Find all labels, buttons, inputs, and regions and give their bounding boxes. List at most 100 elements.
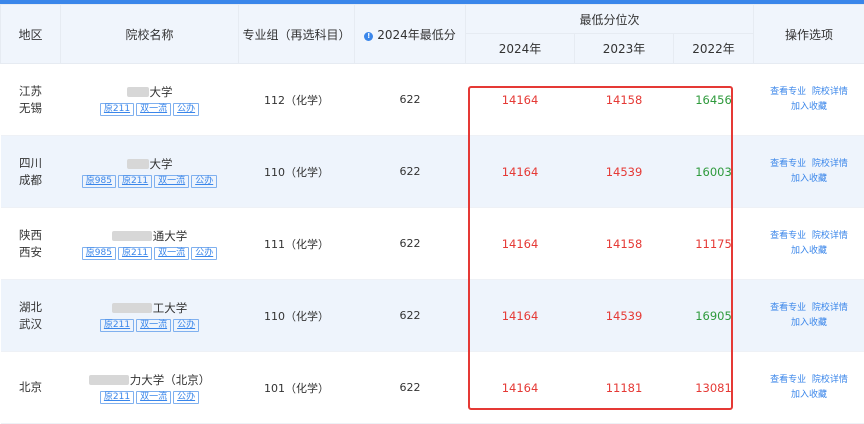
school-detail-link[interactable]: 院校详情 — [812, 375, 848, 385]
tag-public[interactable]: 公办 — [173, 319, 199, 332]
add-favorite-link[interactable]: 加入收藏 — [791, 246, 827, 256]
school-name-link[interactable]: 力大学（北京） — [61, 372, 239, 388]
school-cell: 工大学 原211双一流公办 — [61, 280, 239, 352]
tag-public[interactable]: 公办 — [191, 247, 217, 260]
tag-211[interactable]: 原211 — [118, 247, 152, 260]
rank-2022-cell: 16905 — [674, 280, 754, 352]
min-score-cell: 622 — [355, 64, 466, 136]
school-detail-link[interactable]: 院校详情 — [812, 303, 848, 313]
table-row: 北京 力大学（北京） 原211双一流公办 101（化学） 622 14164 1… — [1, 352, 864, 424]
redacted-mark — [127, 87, 149, 97]
tag-double-first-class[interactable]: 双一流 — [136, 391, 171, 404]
rank-2022-cell: 16003 — [674, 136, 754, 208]
header-year-2023: 2023年 — [575, 34, 674, 64]
view-major-link[interactable]: 查看专业 — [770, 375, 806, 385]
group-cell: 110（化学） — [239, 136, 355, 208]
actions-cell: 查看专业 院校详情 加入收藏 — [754, 352, 864, 424]
table-row: 江苏无锡 大学 原211双一流公办 112（化学） 622 14164 1415… — [1, 64, 864, 136]
tag-double-first-class[interactable]: 双一流 — [154, 247, 189, 260]
tag-double-first-class[interactable]: 双一流 — [136, 319, 171, 332]
add-favorite-link[interactable]: 加入收藏 — [791, 318, 827, 328]
rank-2022-cell: 16456 — [674, 64, 754, 136]
min-score-cell: 622 — [355, 352, 466, 424]
add-favorite-link[interactable]: 加入收藏 — [791, 102, 827, 112]
tag-211[interactable]: 原211 — [100, 391, 134, 404]
rank-2024-cell: 14164 — [466, 208, 575, 280]
tag-211[interactable]: 原211 — [100, 103, 134, 116]
tag-public[interactable]: 公办 — [191, 175, 217, 188]
info-icon[interactable]: ! — [364, 32, 373, 41]
actions-cell: 查看专业 院校详情 加入收藏 — [754, 64, 864, 136]
header-min-score: !2024年最低分 — [355, 5, 466, 64]
school-cell: 大学 原985原211双一流公办 — [61, 136, 239, 208]
view-major-link[interactable]: 查看专业 — [770, 159, 806, 169]
header-year-2024: 2024年 — [466, 34, 575, 64]
actions-cell: 查看专业 院校详情 加入收藏 — [754, 136, 864, 208]
school-detail-link[interactable]: 院校详情 — [812, 87, 848, 97]
school-tags: 原211双一流公办 — [61, 389, 239, 404]
rank-2024-cell: 14164 — [466, 280, 575, 352]
view-major-link[interactable]: 查看专业 — [770, 87, 806, 97]
group-cell: 110（化学） — [239, 280, 355, 352]
header-school: 院校名称 — [61, 5, 239, 64]
table-row: 四川成都 大学 原985原211双一流公办 110（化学） 622 14164 … — [1, 136, 864, 208]
tag-211[interactable]: 原211 — [100, 319, 134, 332]
min-score-cell: 622 — [355, 136, 466, 208]
redacted-mark — [89, 375, 129, 385]
view-major-link[interactable]: 查看专业 — [770, 231, 806, 241]
school-name-link[interactable]: 大学 — [61, 84, 239, 100]
group-cell: 111（化学） — [239, 208, 355, 280]
school-cell: 通大学 原985原211双一流公办 — [61, 208, 239, 280]
table-row: 湖北武汉 工大学 原211双一流公办 110（化学） 622 14164 145… — [1, 280, 864, 352]
view-major-link[interactable]: 查看专业 — [770, 303, 806, 313]
rank-2023-cell: 14539 — [575, 280, 674, 352]
region-cell: 湖北武汉 — [1, 280, 61, 352]
header-year-2022: 2022年 — [674, 34, 754, 64]
redacted-mark — [112, 303, 152, 313]
results-table: 地区 院校名称 专业组（再选科目） !2024年最低分 最低分位次 操作选项 2… — [0, 4, 864, 424]
region-cell: 陕西西安 — [1, 208, 61, 280]
school-detail-link[interactable]: 院校详情 — [812, 231, 848, 241]
school-tags: 原211双一流公办 — [61, 317, 239, 332]
tag-public[interactable]: 公办 — [173, 103, 199, 116]
rank-2022-cell: 11175 — [674, 208, 754, 280]
rank-2023-cell: 14158 — [575, 208, 674, 280]
school-cell: 力大学（北京） 原211双一流公办 — [61, 352, 239, 424]
group-cell: 112（化学） — [239, 64, 355, 136]
tag-double-first-class[interactable]: 双一流 — [136, 103, 171, 116]
redacted-mark — [127, 159, 149, 169]
school-cell: 大学 原211双一流公办 — [61, 64, 239, 136]
rank-2023-cell: 11181 — [575, 352, 674, 424]
tag-211[interactable]: 原211 — [118, 175, 152, 188]
redacted-mark — [112, 231, 152, 241]
header-rank-group: 最低分位次 — [466, 5, 754, 34]
rank-2023-cell: 14539 — [575, 136, 674, 208]
table-body: 江苏无锡 大学 原211双一流公办 112（化学） 622 14164 1415… — [1, 64, 864, 424]
rank-2022-cell: 13081 — [674, 352, 754, 424]
tag-public[interactable]: 公办 — [173, 391, 199, 404]
add-favorite-link[interactable]: 加入收藏 — [791, 174, 827, 184]
school-detail-link[interactable]: 院校详情 — [812, 159, 848, 169]
tag-double-first-class[interactable]: 双一流 — [154, 175, 189, 188]
header-actions: 操作选项 — [754, 5, 864, 64]
school-tags: 原211双一流公办 — [61, 101, 239, 116]
region-cell: 四川成都 — [1, 136, 61, 208]
school-tags: 原985原211双一流公办 — [61, 173, 239, 188]
table-row: 陕西西安 通大学 原985原211双一流公办 111（化学） 622 14164… — [1, 208, 864, 280]
header-group: 专业组（再选科目） — [239, 5, 355, 64]
school-name-link[interactable]: 工大学 — [61, 300, 239, 316]
rank-2023-cell: 14158 — [575, 64, 674, 136]
add-favorite-link[interactable]: 加入收藏 — [791, 390, 827, 400]
school-tags: 原985原211双一流公办 — [61, 245, 239, 260]
school-name-link[interactable]: 通大学 — [61, 228, 239, 244]
school-name-link[interactable]: 大学 — [61, 156, 239, 172]
actions-cell: 查看专业 院校详情 加入收藏 — [754, 280, 864, 352]
region-cell: 江苏无锡 — [1, 64, 61, 136]
tag-985[interactable]: 原985 — [82, 247, 116, 260]
header-region: 地区 — [1, 5, 61, 64]
region-cell: 北京 — [1, 352, 61, 424]
rank-2024-cell: 14164 — [466, 136, 575, 208]
tag-985[interactable]: 原985 — [82, 175, 116, 188]
min-score-cell: 622 — [355, 280, 466, 352]
table-header: 地区 院校名称 专业组（再选科目） !2024年最低分 最低分位次 操作选项 2… — [1, 5, 864, 64]
